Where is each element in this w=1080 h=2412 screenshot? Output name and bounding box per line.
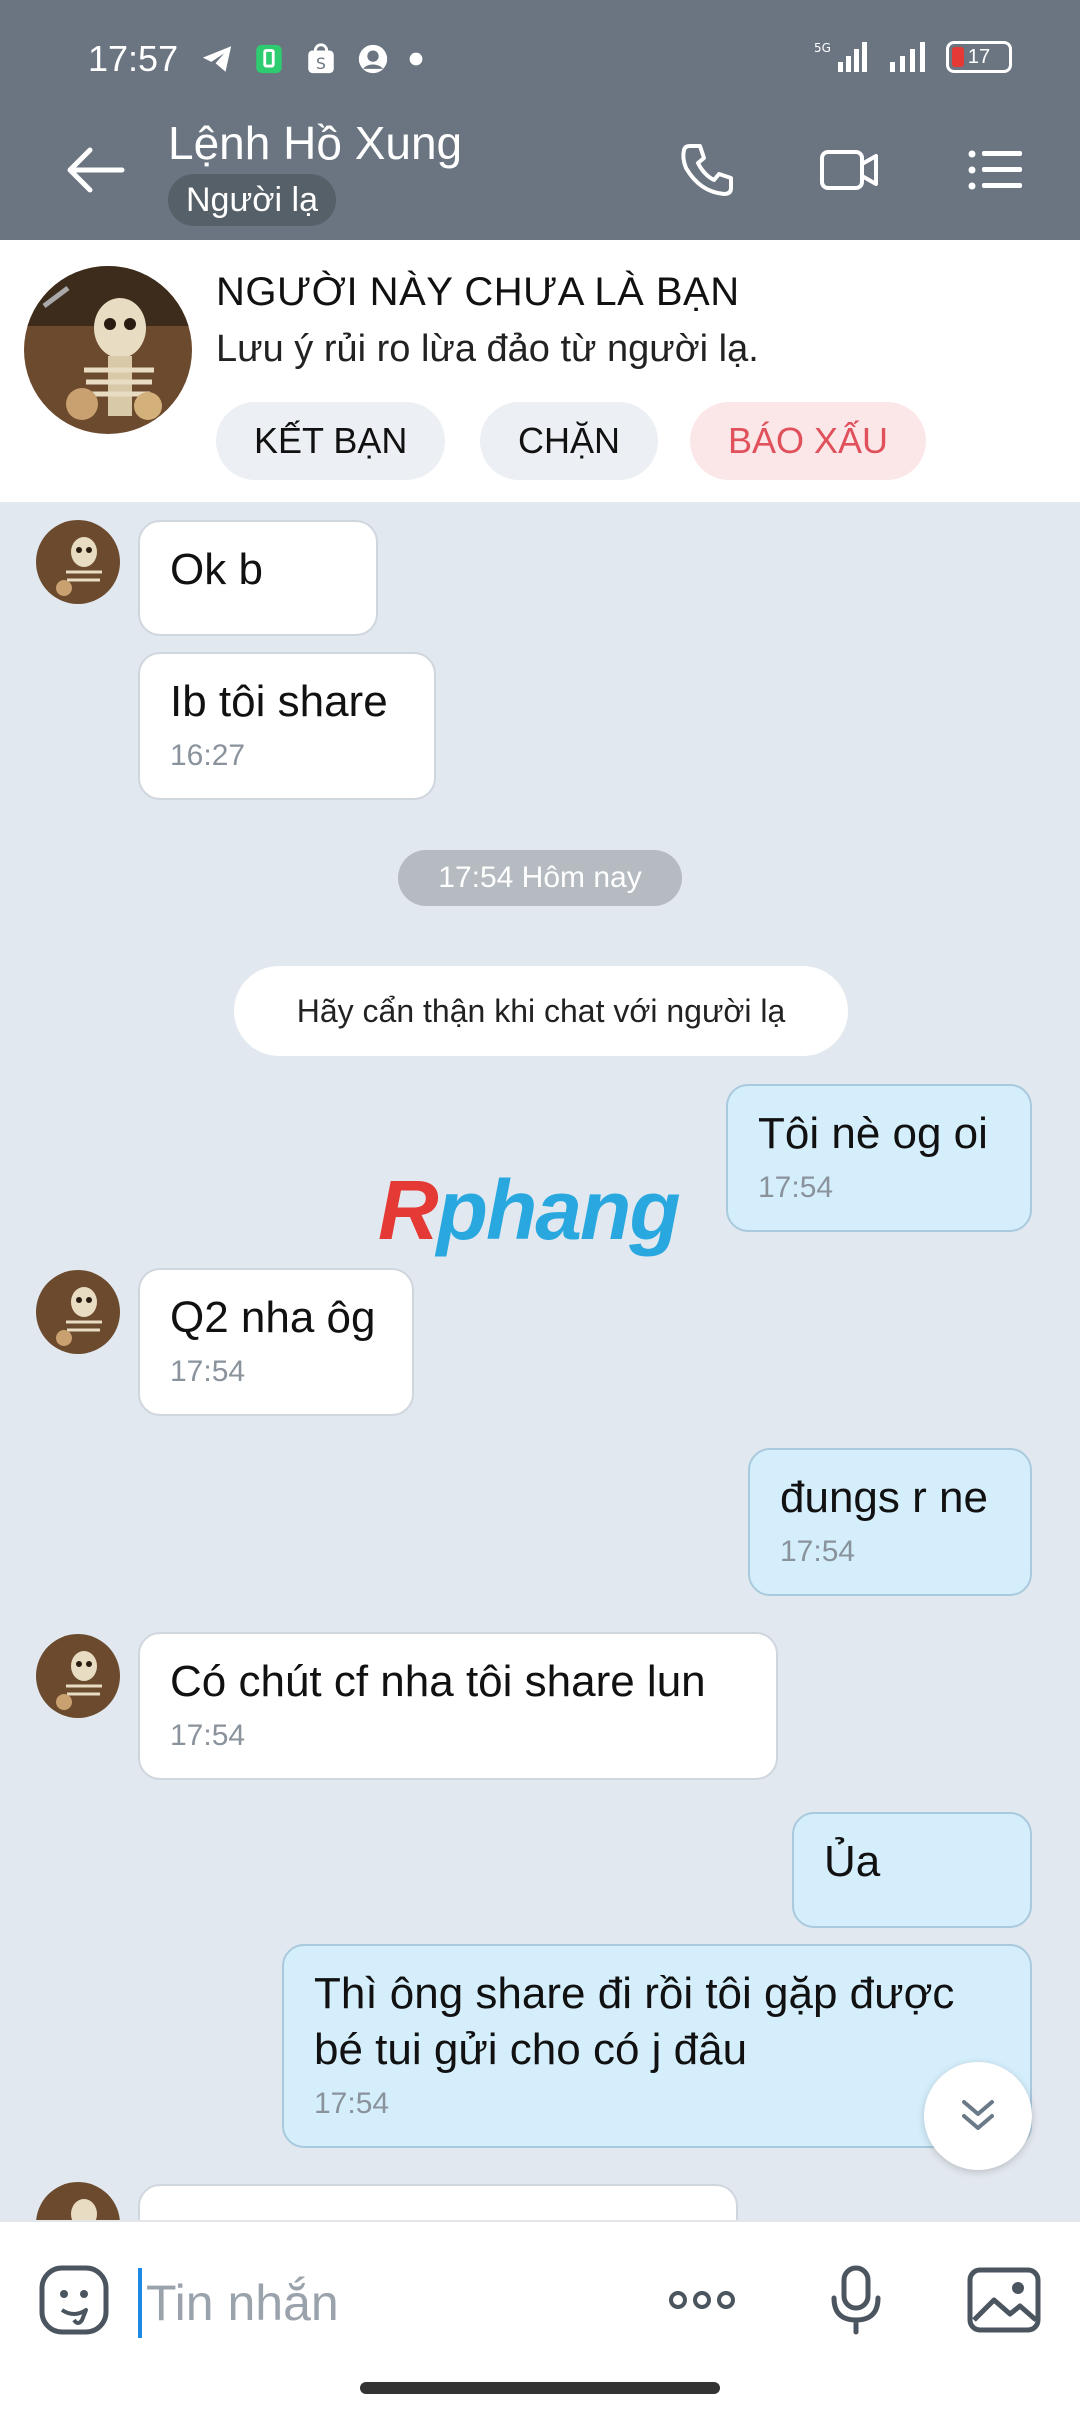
add-friend-button[interactable]: KẾT BẠN <box>216 402 446 480</box>
message-list[interactable]: Ok b Ib tôi share 16:27 17:54 Hôm nay Hã… <box>0 502 1080 2220</box>
message-input-bar <box>0 2220 1080 2412</box>
chat-header: Lệnh Hồ Xung Người lạ <box>0 96 1080 240</box>
more-options-icon[interactable] <box>662 2260 742 2340</box>
message-text: Ib tôi share <box>170 677 388 726</box>
contact-name[interactable]: Lệnh Hồ Xung <box>168 116 462 170</box>
double-chevron-down-icon <box>962 2100 994 2130</box>
dot-icon <box>409 52 423 66</box>
status-time: 17:57 <box>88 38 179 79</box>
message-text: Q2 nha ôg <box>170 1293 376 1342</box>
image-gallery-icon[interactable] <box>964 2260 1044 2340</box>
video-call-icon[interactable] <box>818 140 880 200</box>
message-text: Ok b <box>170 545 263 594</box>
message-bubble[interactable]: Ib tôi share 16:27 <box>138 652 436 800</box>
my-message-bubble[interactable]: Thì ông share đi rồi tôi gặp được bé tui… <box>282 1944 1032 2148</box>
battery-saver-icon <box>256 44 282 74</box>
telegram-icon <box>202 46 232 72</box>
sender-avatar[interactable] <box>36 2182 120 2220</box>
back-arrow-icon[interactable] <box>60 140 130 200</box>
message-bubble[interactable]: Ok b <box>138 520 378 636</box>
message-text: Thì ông share đi rồi tôi gặp được bé tui… <box>314 1969 955 2074</box>
date-separator: 17:54 Hôm nay <box>398 850 682 906</box>
battery-icon: 17 <box>946 41 1012 73</box>
scam-warning-text: Lưu ý rủi ro lừa đảo từ người lạ. <box>216 328 759 370</box>
message-text: Tôi nè og oi <box>758 1109 988 1158</box>
watermark-logo: Rphang <box>378 1163 681 1257</box>
signal-5g-icon: 5G <box>814 41 867 72</box>
my-message-bubble[interactable]: Ủa <box>792 1812 1032 1928</box>
message-time: 16:27 <box>170 739 246 772</box>
message-time: 17:54 <box>170 1719 246 1752</box>
stranger-chat-notice: Hãy cẩn thận khi chat với người lạ <box>234 966 848 1056</box>
home-indicator[interactable] <box>360 2382 720 2394</box>
contact-avatar[interactable] <box>24 266 192 434</box>
sender-avatar[interactable] <box>36 520 120 604</box>
notification-icons: S <box>200 42 424 76</box>
sender-avatar[interactable] <box>36 1634 120 1718</box>
menu-list-icon[interactable] <box>964 140 1026 200</box>
my-message-bubble[interactable]: đungs r ne 17:54 <box>748 1448 1032 1596</box>
message-time: 17:54 <box>170 1355 246 1388</box>
message-text: Có chút cf nha tôi share lun <box>170 1657 706 1706</box>
shopping-bag-icon: S <box>308 43 334 74</box>
system-icons: 5G 17 <box>814 40 1012 74</box>
message-text: đungs r ne <box>780 1473 988 1522</box>
svg-text:5G: 5G <box>814 41 831 55</box>
message-bubble[interactable] <box>138 2184 738 2220</box>
not-friend-title: NGƯỜI NÀY CHƯA LÀ BẠN <box>216 270 740 314</box>
block-button[interactable]: CHẶN <box>480 402 659 480</box>
report-button[interactable]: BÁO XẤU <box>690 402 927 480</box>
signal-icon <box>890 42 925 72</box>
account-icon <box>358 44 388 74</box>
message-input[interactable] <box>138 2268 618 2338</box>
microphone-icon[interactable] <box>816 2260 896 2340</box>
stranger-warning-panel: NGƯỜI NÀY CHƯA LÀ BẠN Lưu ý rủi ro lừa đ… <box>0 240 1080 502</box>
message-text: Ủa <box>824 1837 881 1886</box>
sticker-emoji-icon[interactable] <box>34 2260 114 2340</box>
phone-call-icon[interactable] <box>676 140 738 200</box>
message-time: 17:54 <box>758 1171 834 1204</box>
message-time: 17:54 <box>314 2087 390 2120</box>
stranger-badge: Người lạ <box>168 174 336 226</box>
sender-avatar[interactable] <box>36 1270 120 1354</box>
message-bubble[interactable]: Q2 nha ôg 17:54 <box>138 1268 414 1416</box>
message-bubble[interactable]: Có chút cf nha tôi share lun 17:54 <box>138 1632 778 1780</box>
status-bar: 17:57 S 5G 17 <box>0 0 1080 96</box>
svg-text:S: S <box>316 55 326 73</box>
my-message-bubble[interactable]: Tôi nè og oi 17:54 <box>726 1084 1032 1232</box>
scroll-to-bottom-button[interactable] <box>924 2062 1032 2170</box>
message-time: 17:54 <box>780 1535 856 1568</box>
